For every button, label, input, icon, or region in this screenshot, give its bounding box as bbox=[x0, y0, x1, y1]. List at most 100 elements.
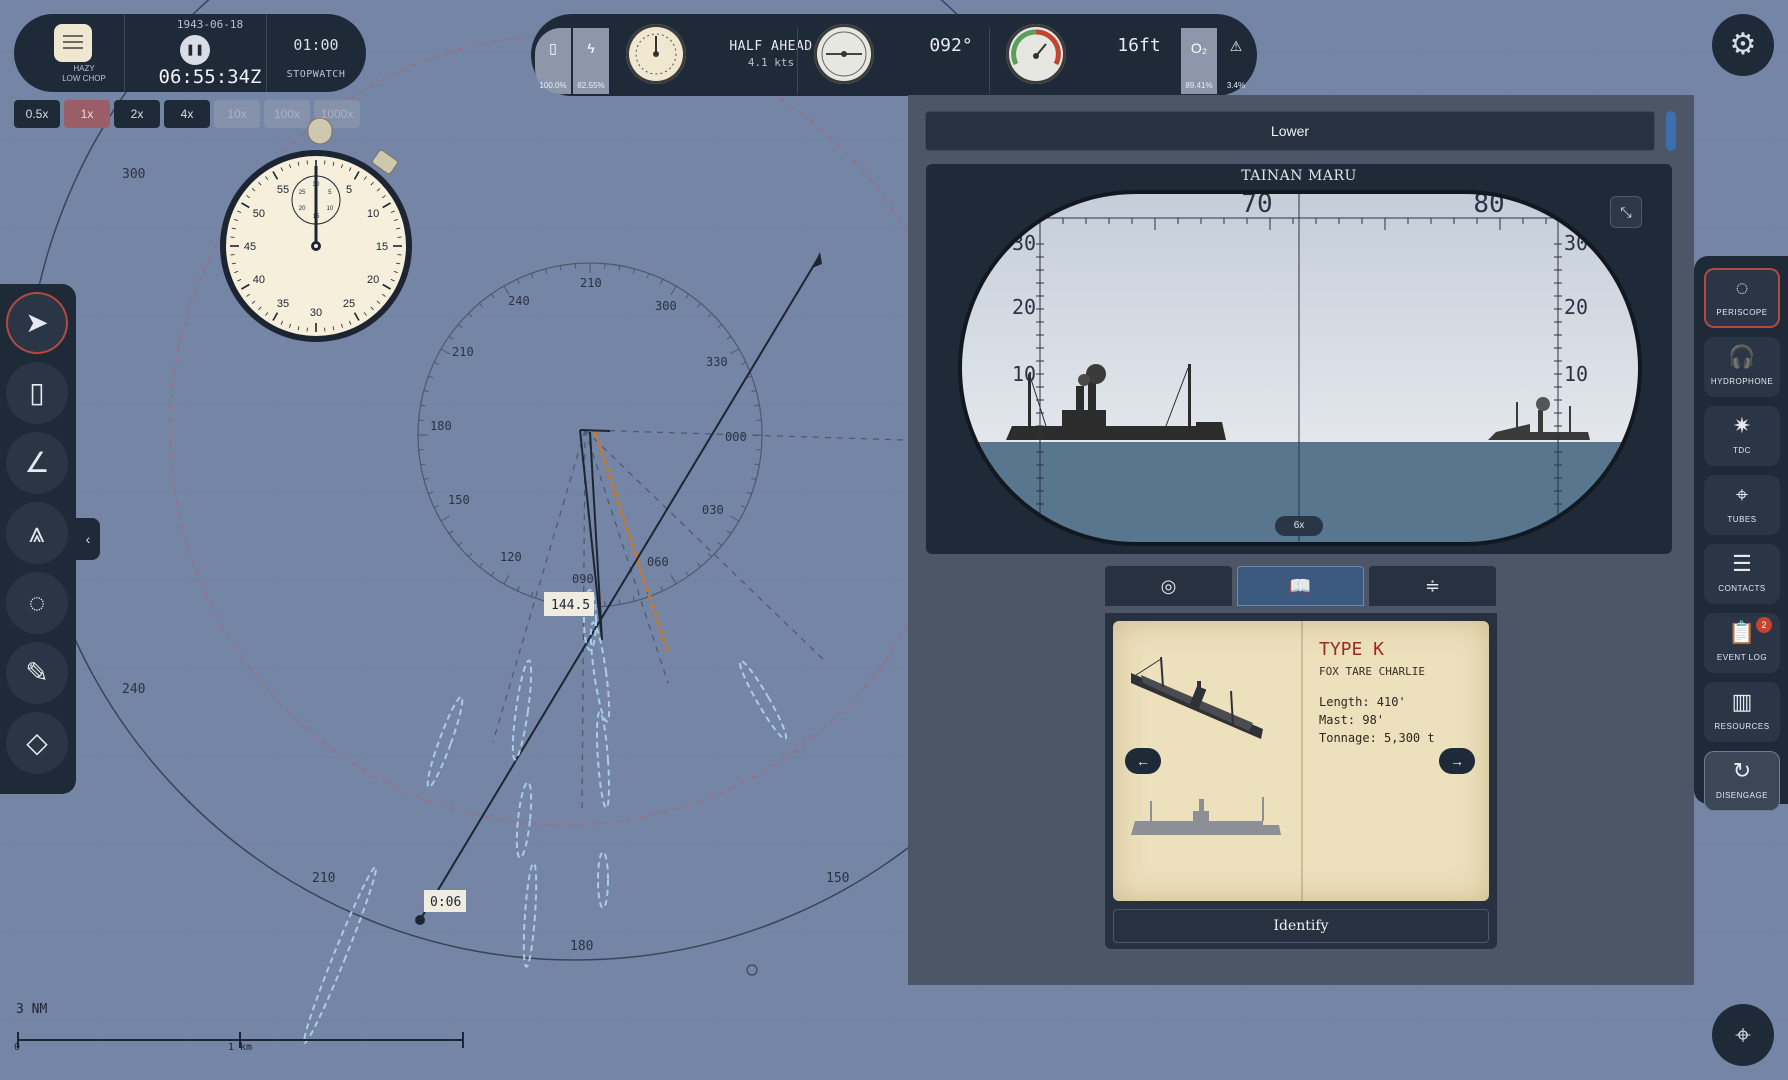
zoom-level[interactable]: 6x bbox=[1275, 516, 1323, 536]
station-event-log[interactable]: 📋 EVENT LOG 2 bbox=[1704, 613, 1780, 673]
settings-button[interactable]: ⚙ bbox=[1712, 14, 1774, 76]
speed-4x-button[interactable]: 4x bbox=[164, 100, 210, 128]
book-icon: 📖 bbox=[1289, 576, 1312, 596]
station-contacts[interactable]: ☰ CONTACTS bbox=[1704, 544, 1780, 604]
ship-mast: Mast: 98' bbox=[1319, 713, 1385, 727]
ship-profile-silhouette bbox=[1131, 797, 1281, 835]
station-label: HYDROPHONE bbox=[1710, 377, 1774, 386]
disengage-button[interactable]: ↻ DISENGAGE bbox=[1704, 751, 1780, 811]
range-label: 150 bbox=[826, 871, 849, 886]
expand-icon: ⤡ bbox=[1620, 204, 1632, 220]
ship-illustration-3d bbox=[1131, 656, 1263, 739]
collapse-toolbar-button[interactable]: ‹ bbox=[76, 518, 100, 560]
oxygen-value: 89.41% bbox=[1185, 81, 1213, 90]
battery-value: 100.0% bbox=[539, 81, 567, 90]
periscope-tabs: ◎ 📖 ≑ bbox=[1105, 566, 1497, 606]
rose-label: 000 bbox=[725, 430, 747, 444]
rose-label: 210 bbox=[580, 276, 602, 290]
circle-tool[interactable]: ◌ bbox=[6, 572, 68, 634]
station-selector: ◌ PERISCOPE 🎧 HYDROPHONE ✷ TDC ⌖ TUBES ☰… bbox=[1694, 256, 1788, 811]
stopwatch[interactable]: 510152025303540455055 51015202530 bbox=[218, 117, 414, 348]
tab-target[interactable]: ◎ bbox=[1105, 566, 1232, 606]
lightning-icon: ϟ bbox=[587, 40, 595, 56]
expand-view-button[interactable]: ⤡ bbox=[1610, 196, 1642, 228]
periscope-view[interactable]: TAINAN MARU 70 80 30 20 10 30 20 10 ⤡ 6x bbox=[926, 164, 1672, 554]
stadimeter-icon: ≑ bbox=[1424, 576, 1441, 596]
next-page-button[interactable]: → bbox=[1439, 748, 1475, 774]
stopwatch-number: 55 bbox=[277, 184, 289, 196]
list-icon: ☰ bbox=[1732, 551, 1752, 576]
engine-telegraph-dial[interactable] bbox=[626, 24, 686, 84]
scale-start: 0 bbox=[14, 1042, 21, 1053]
stopwatch-number: 15 bbox=[376, 241, 388, 253]
angle-icon: ∠ bbox=[24, 447, 50, 478]
clock-panel: HAZY LOW CHOP 1943-06-18 ❚❚ 06:55:34Z 01… bbox=[14, 14, 366, 92]
charge-value: 82.55% bbox=[577, 81, 605, 90]
range-label: 300 bbox=[122, 167, 145, 182]
lower-periscope-button[interactable]: Lower bbox=[925, 111, 1655, 151]
station-label: DISENGAGE bbox=[1715, 791, 1769, 800]
speed-2x-button[interactable]: 2x bbox=[114, 100, 160, 128]
stopwatch-number: 50 bbox=[253, 208, 265, 220]
divider bbox=[124, 14, 125, 92]
station-hydrophone[interactable]: 🎧 HYDROPHONE bbox=[1704, 337, 1780, 397]
tab-identification-book[interactable]: 📖 bbox=[1237, 566, 1364, 606]
rose-label: 300 bbox=[655, 299, 677, 313]
station-tdc[interactable]: ✷ TDC bbox=[1704, 406, 1780, 466]
charge-cell: ϟ 82.55% bbox=[573, 28, 609, 94]
station-periscope[interactable]: ◌ PERISCOPE bbox=[1704, 268, 1780, 328]
station-label: TUBES bbox=[1727, 515, 1757, 524]
identification-book: TYPE K FOX TARE CHARLIE Length: 410' Mas… bbox=[1105, 613, 1497, 949]
panel-scrollbar[interactable] bbox=[1666, 111, 1676, 151]
range-label: 240 bbox=[122, 682, 145, 697]
stopwatch-label: STOPWATCH bbox=[286, 69, 346, 80]
weather-label: HAZY LOW CHOP bbox=[34, 64, 134, 84]
ship-code: FOX TARE CHARLIE bbox=[1319, 665, 1425, 678]
station-tubes[interactable]: ⌖ TUBES bbox=[1704, 475, 1780, 535]
station-resources[interactable]: ▥ RESOURCES bbox=[1704, 682, 1780, 742]
map-tools-toolbar: ➤ ▯ ∠ ⩓ ◌ ✎ ◇ bbox=[0, 284, 76, 794]
identify-button[interactable]: Identify bbox=[1113, 909, 1489, 943]
station-label: RESOURCES bbox=[1714, 722, 1770, 731]
eraser-tool[interactable]: ◇ bbox=[6, 712, 68, 774]
stopwatch-crown[interactable] bbox=[307, 117, 333, 145]
oxygen-icon: O₂ bbox=[1190, 40, 1208, 56]
stopwatch-number: 30 bbox=[310, 307, 322, 319]
speed-1x-button[interactable]: 1x bbox=[64, 100, 110, 128]
headphones-icon: 🎧 bbox=[1728, 344, 1756, 369]
pencil-tool[interactable]: ✎ bbox=[6, 642, 68, 704]
elevation-tick: 20 bbox=[1564, 295, 1588, 319]
gear-icon: ⚙ bbox=[1729, 28, 1757, 61]
status-gauge-bar: ▯ 100.0% ϟ 82.55% HALF AHEAD 4.1 kts 092… bbox=[531, 14, 1257, 96]
time-tag-text: 0:06 bbox=[430, 895, 461, 910]
tdc-icon: ✷ bbox=[1732, 413, 1752, 438]
stopwatch-time[interactable]: 01:00 bbox=[266, 36, 366, 54]
stopwatch-number: 40 bbox=[253, 274, 265, 286]
tab-stadimeter[interactable]: ≑ bbox=[1369, 566, 1496, 606]
range-label: 180 bbox=[570, 939, 593, 954]
speed-0.5x-button[interactable]: 0.5x bbox=[14, 100, 60, 128]
pointer-tool[interactable]: ➤ bbox=[6, 292, 68, 354]
dashed-circle-icon: ◌ bbox=[28, 587, 46, 618]
chevron-left-icon: ‹ bbox=[85, 531, 91, 547]
ruler-tool[interactable]: ▯ bbox=[6, 362, 68, 424]
pause-button[interactable]: ❚❚ bbox=[180, 35, 210, 65]
compass-tool[interactable]: ⩓ bbox=[6, 502, 68, 564]
rose-label: 180 bbox=[430, 419, 452, 433]
depth-gauge[interactable] bbox=[1006, 24, 1066, 84]
battery-cell: ▯ 100.0% bbox=[535, 28, 571, 94]
rose-label: 090 bbox=[572, 572, 594, 586]
protractor-tool[interactable]: ∠ bbox=[6, 432, 68, 494]
hull-warning-cell: ⚠ 3.4% bbox=[1219, 28, 1253, 94]
stopwatch-number: 45 bbox=[244, 241, 256, 253]
crosshair-icon: ⌖ bbox=[1735, 482, 1749, 507]
battery-icon: ▯ bbox=[549, 40, 557, 56]
heading-dial[interactable] bbox=[814, 24, 874, 84]
center-on-ship-button[interactable]: ⌖ bbox=[1712, 1004, 1774, 1066]
station-label: PERISCOPE bbox=[1716, 308, 1768, 317]
crosshair-icon: ⌖ bbox=[1735, 1019, 1751, 1050]
previous-page-button[interactable]: ← bbox=[1125, 748, 1161, 774]
station-label: TDC bbox=[1733, 446, 1751, 455]
warning-icon: ⚠ bbox=[1229, 38, 1243, 54]
rose-label: 120 bbox=[500, 550, 522, 564]
